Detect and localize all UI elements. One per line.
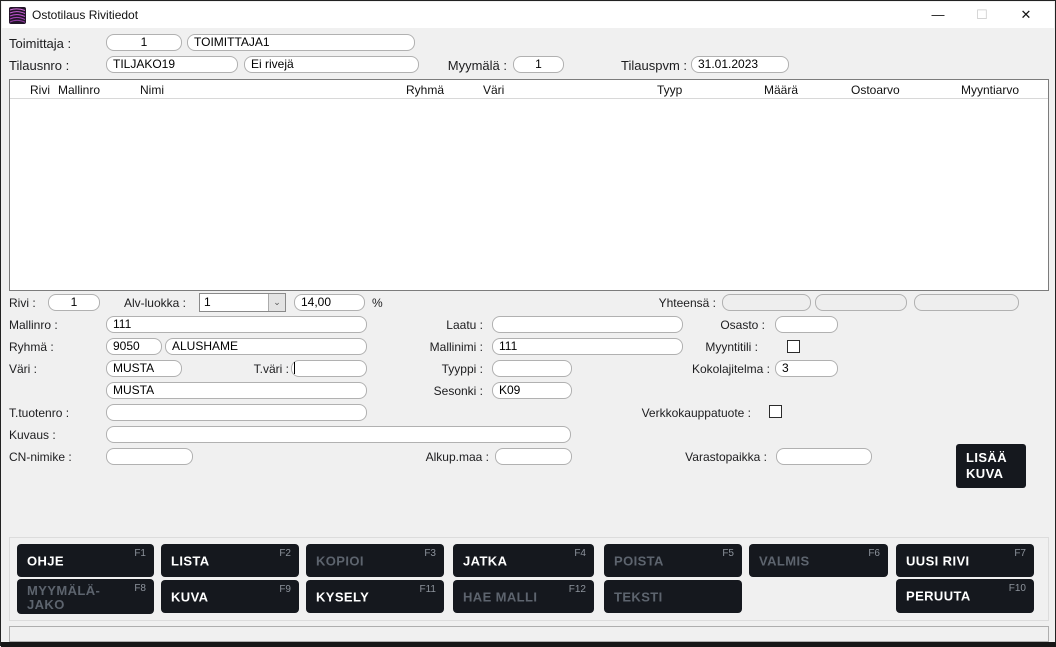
order-lines-table[interactable]: Rivi Mallinro Nimi Ryhmä Väri Tyyp Määrä… (9, 79, 1049, 291)
myymala-field[interactable]: 1 (513, 56, 564, 73)
tvari-label: T.väri : (201, 362, 289, 376)
ttuotenro-label: T.tuotenro : (9, 406, 69, 420)
button-myymalajako[interactable]: MYYMÄLÄ-JAKOF8 (17, 579, 154, 614)
button-kysely[interactable]: KYSELYF11 (306, 580, 444, 613)
vari-name-field[interactable]: MUSTA (106, 382, 367, 399)
mallinimi-label: Mallinimi : (361, 340, 483, 354)
button-ohje[interactable]: OHJEF1 (17, 544, 154, 577)
close-button[interactable]: ✕ (1006, 2, 1046, 28)
varastopaikka-field[interactable] (776, 448, 872, 465)
cn-nimike-label: CN-nimike : (9, 450, 72, 464)
vari-field[interactable]: MUSTA (106, 360, 182, 377)
tilauspvm-label: Tilauspvm : (591, 58, 687, 73)
tyyppi-field[interactable] (492, 360, 572, 377)
rivi-field[interactable]: 1 (48, 294, 100, 311)
window-title: Ostotilaus Rivitiedot (32, 8, 138, 22)
yhteensa-field-1 (722, 294, 811, 311)
cn-nimike-field[interactable] (106, 448, 193, 465)
kuvaus-field[interactable] (106, 426, 571, 443)
button-teksti[interactable]: TEKSTI (604, 580, 742, 613)
kokolajitelma-field[interactable]: 3 (775, 360, 838, 377)
ryhma-code-field[interactable]: 9050 (106, 338, 162, 355)
yhteensa-label: Yhteensä : (601, 296, 716, 310)
ttuotenro-field[interactable] (106, 404, 367, 421)
toimittaja-label: Toimittaja : (9, 36, 71, 51)
column-header-ostoarvo: Ostoarvo (851, 83, 900, 97)
verkkokauppatuote-checkbox[interactable] (769, 405, 782, 418)
app-window: Ostotilaus Rivitiedot — ☐ ✕ Toimittaja :… (0, 0, 1056, 646)
alv-percent-field[interactable]: 14,00 (294, 294, 365, 311)
percent-sign: % (372, 296, 383, 310)
alv-luokka-label: Alv-luokka : (111, 296, 186, 310)
alkup-maa-field[interactable] (495, 448, 572, 465)
toimittaja-name-field[interactable]: TOIMITTAJA1 (187, 34, 415, 51)
title-bar: Ostotilaus Rivitiedot — ☐ ✕ (2, 2, 1054, 28)
tvari-field[interactable] (291, 360, 367, 377)
lisaa-kuva-button[interactable]: LISÄÄ KUVA (956, 444, 1026, 488)
verkkokauppatuote-label: Verkkokauppatuote : (561, 406, 751, 420)
ryhma-name-field[interactable]: ALUSHAME (165, 338, 367, 355)
column-header-maara: Määrä (764, 83, 798, 97)
tilausnro-status-field[interactable]: Ei rivejä (244, 56, 419, 73)
alv-luokka-value: 1 (200, 294, 268, 311)
button-valmis[interactable]: VALMISF6 (749, 544, 888, 577)
myyntitili-checkbox[interactable] (787, 340, 800, 353)
mallinro-field[interactable]: 111 (106, 316, 367, 333)
toimittaja-code-field[interactable]: 1 (106, 34, 182, 51)
varastopaikka-label: Varastopaikka : (601, 450, 767, 464)
tyyppi-label: Tyyppi : (361, 362, 483, 376)
text-cursor (294, 362, 295, 374)
alkup-maa-label: Alkup.maa : (371, 450, 489, 464)
column-header-rivi: Rivi (30, 83, 50, 97)
taskbar-strip (1, 642, 1056, 647)
osasto-label: Osasto : (621, 318, 765, 332)
column-header-mallinro: Mallinro (58, 83, 100, 97)
chevron-down-icon[interactable]: ⌄ (268, 294, 285, 311)
column-header-nimi: Nimi (140, 83, 164, 97)
myyntitili-label: Myyntitili : (621, 340, 758, 354)
button-poista[interactable]: POISTAF5 (604, 544, 742, 577)
app-logo-icon (9, 7, 26, 24)
button-peruuta[interactable]: PERUUTAF10 (896, 579, 1034, 613)
kuvaus-label: Kuvaus : (9, 428, 56, 442)
minimize-button[interactable]: — (918, 2, 958, 28)
yhteensa-field-3 (914, 294, 1019, 311)
osasto-field[interactable] (775, 316, 838, 333)
column-header-tyyp: Tyyp (657, 83, 682, 97)
sesonki-field[interactable]: K09 (492, 382, 572, 399)
button-kopioi[interactable]: KOPIOIF3 (306, 544, 444, 577)
status-bar (9, 626, 1049, 642)
mallinro-label: Mallinro : (9, 318, 58, 332)
button-hae-malli[interactable]: HAE MALLIF12 (453, 580, 594, 613)
tilausnro-label: Tilausnro : (9, 58, 69, 73)
column-header-myyntiarvo: Myyntiarvo (961, 83, 1019, 97)
alv-luokka-select[interactable]: 1 ⌄ (199, 293, 286, 312)
button-kuva[interactable]: KUVAF9 (161, 580, 299, 613)
ryhma-label: Ryhmä : (9, 340, 54, 354)
column-header-ryhma: Ryhmä (406, 83, 444, 97)
button-uusi-rivi[interactable]: UUSI RIVIF7 (896, 544, 1034, 577)
button-jatka[interactable]: JATKAF4 (453, 544, 594, 577)
laatu-label: Laatu : (361, 318, 483, 332)
myymala-label: Myymälä : (421, 58, 507, 73)
table-header-row: Rivi Mallinro Nimi Ryhmä Väri Tyyp Määrä… (10, 80, 1048, 99)
vari-label: Väri : (9, 362, 37, 376)
tilauspvm-field[interactable]: 31.01.2023 (691, 56, 789, 73)
sesonki-label: Sesonki : (361, 384, 483, 398)
rivi-label: Rivi : (9, 296, 36, 310)
kokolajitelma-label: Kokolajitelma : (601, 362, 770, 376)
yhteensa-field-2 (815, 294, 907, 311)
column-header-vari: Väri (483, 83, 504, 97)
tilausnro-field[interactable]: TILJAKO19 (106, 56, 238, 73)
maximize-button[interactable]: ☐ (962, 2, 1002, 28)
button-lista[interactable]: LISTAF2 (161, 544, 299, 577)
